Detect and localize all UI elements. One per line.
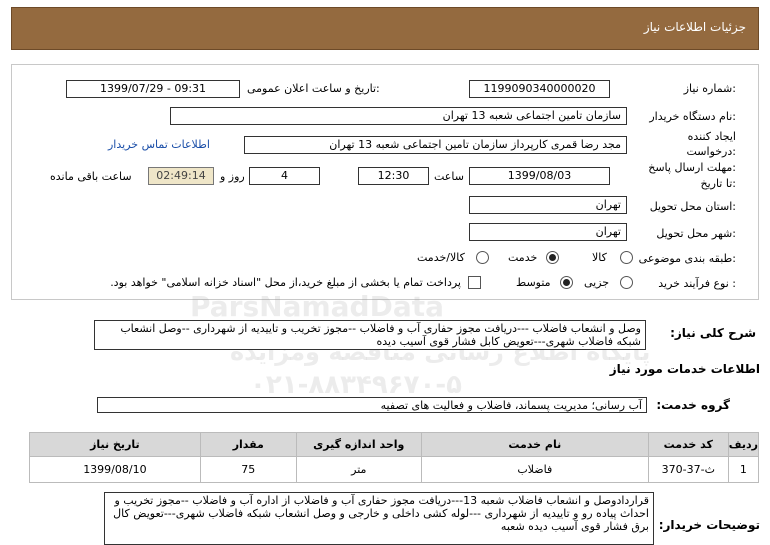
buyer-notes-label: توضیحات خریدار:: [658, 518, 760, 532]
process-minor-radio[interactable]: [620, 276, 633, 289]
treasury-checkbox[interactable]: [468, 276, 481, 289]
cell-unit: متر: [295, 456, 422, 483]
buyer-org-field: سازمان تامین اجتماعی شعبه 13 تهران: [170, 107, 627, 125]
creator-field: مجد رضا قمری کارپرداز سازمان تامین اجتما…: [244, 136, 627, 154]
col-header-name: نام خدمت: [420, 432, 649, 457]
col-header-quantity: مقدار: [199, 432, 297, 457]
buyer-org-label: نام دستگاه خریدار:: [649, 110, 736, 123]
buyer-contact-link[interactable]: اطلاعات تماس خریدار: [108, 138, 210, 151]
deadline-date-field: 1399/08/03: [469, 167, 610, 185]
need-number-label: شماره نیاز:: [683, 82, 736, 95]
col-header-need-date: تاریخ نیاز: [29, 432, 201, 457]
category-service-radio[interactable]: [546, 251, 559, 264]
province-field: تهران: [469, 196, 627, 214]
process-medium-label: متوسط: [516, 276, 551, 289]
category-service-label: خدمت: [508, 251, 538, 264]
announce-datetime-label: تاریخ و ساعت اعلان عمومی:: [247, 82, 380, 95]
city-field: تهران: [469, 223, 627, 241]
province-label: استان محل تحویل:: [649, 200, 736, 213]
category-goods-service-label: کالا/خدمت: [417, 251, 465, 264]
days-label: روز و: [220, 170, 245, 183]
buyer-notes-text: قراردادوصل و انشعاب فاضلاب شعبه 13---دری…: [104, 492, 654, 545]
need-number-field: 1199090340000020: [469, 80, 610, 98]
cell-code: ث-37-370: [647, 456, 729, 483]
services-table: ردیف کد خدمت نام خدمت واحد اندازه گیری م…: [29, 432, 760, 483]
page-header: جزئیات اطلاعات نیاز: [11, 7, 759, 50]
services-table-header: ردیف کد خدمت نام خدمت واحد اندازه گیری م…: [29, 432, 760, 457]
col-header-code: کد خدمت: [647, 432, 729, 457]
service-group-field: آب رسانی؛ مدیریت پسماند، فاضلاب و فعالیت…: [97, 397, 647, 413]
category-goods-service-radio[interactable]: [476, 251, 489, 264]
deadline-time-field: 12:30: [358, 167, 429, 185]
cell-row-no: 1: [727, 456, 760, 483]
col-header-unit: واحد اندازه گیری: [295, 432, 422, 457]
deadline-label-line2: تا تاریخ:: [700, 177, 736, 190]
cell-quantity: 75: [199, 456, 297, 483]
treasury-note: پرداخت تمام یا بخشی از مبلغ خرید،از محل …: [110, 276, 461, 289]
summary-text: وصل و انشعاب فاضلاب ---دریافت مجوز حفاری…: [94, 320, 646, 350]
city-label: شهر محل تحویل:: [656, 227, 736, 240]
process-minor-label: جزیی: [584, 276, 610, 289]
announce-datetime-field: 1399/07/29 - 09:31: [66, 80, 240, 98]
category-goods-radio[interactable]: [620, 251, 633, 264]
category-label: طبقه بندی موضوعی:: [638, 252, 736, 265]
time-label: ساعت: [434, 170, 464, 183]
table-row: 1 ث-37-370 فاضلاب متر 75 1399/08/10: [29, 456, 760, 483]
cell-need-date: 1399/08/10: [29, 456, 201, 483]
process-medium-radio[interactable]: [560, 276, 573, 289]
cell-name: فاضلاب: [420, 456, 649, 483]
watermark-line2: ۰۲۱-۸۸۳۴۹۶۷۰-۵: [250, 370, 463, 400]
col-header-row-no: ردیف: [727, 432, 760, 457]
category-goods-label: کالا: [592, 251, 607, 264]
services-section-title: اطلاعات خدمات مورد نیاز: [609, 362, 760, 376]
days-field: 4: [249, 167, 320, 185]
page-title: جزئیات اطلاعات نیاز: [643, 20, 746, 34]
remaining-time-field: 02:49:14: [148, 167, 214, 185]
creator-label-line1: ایجاد کننده: [687, 130, 736, 143]
service-group-label: گروه خدمت:: [656, 398, 730, 412]
remaining-label: ساعت باقی مانده: [50, 170, 132, 183]
creator-label-line2: درخواست:: [686, 145, 737, 158]
deadline-label-line1: مهلت ارسال پاسخ:: [648, 161, 736, 174]
summary-label: شرح کلی نیاز:: [670, 326, 756, 340]
process-type-label: نوع فرآیند خرید :: [658, 277, 736, 290]
